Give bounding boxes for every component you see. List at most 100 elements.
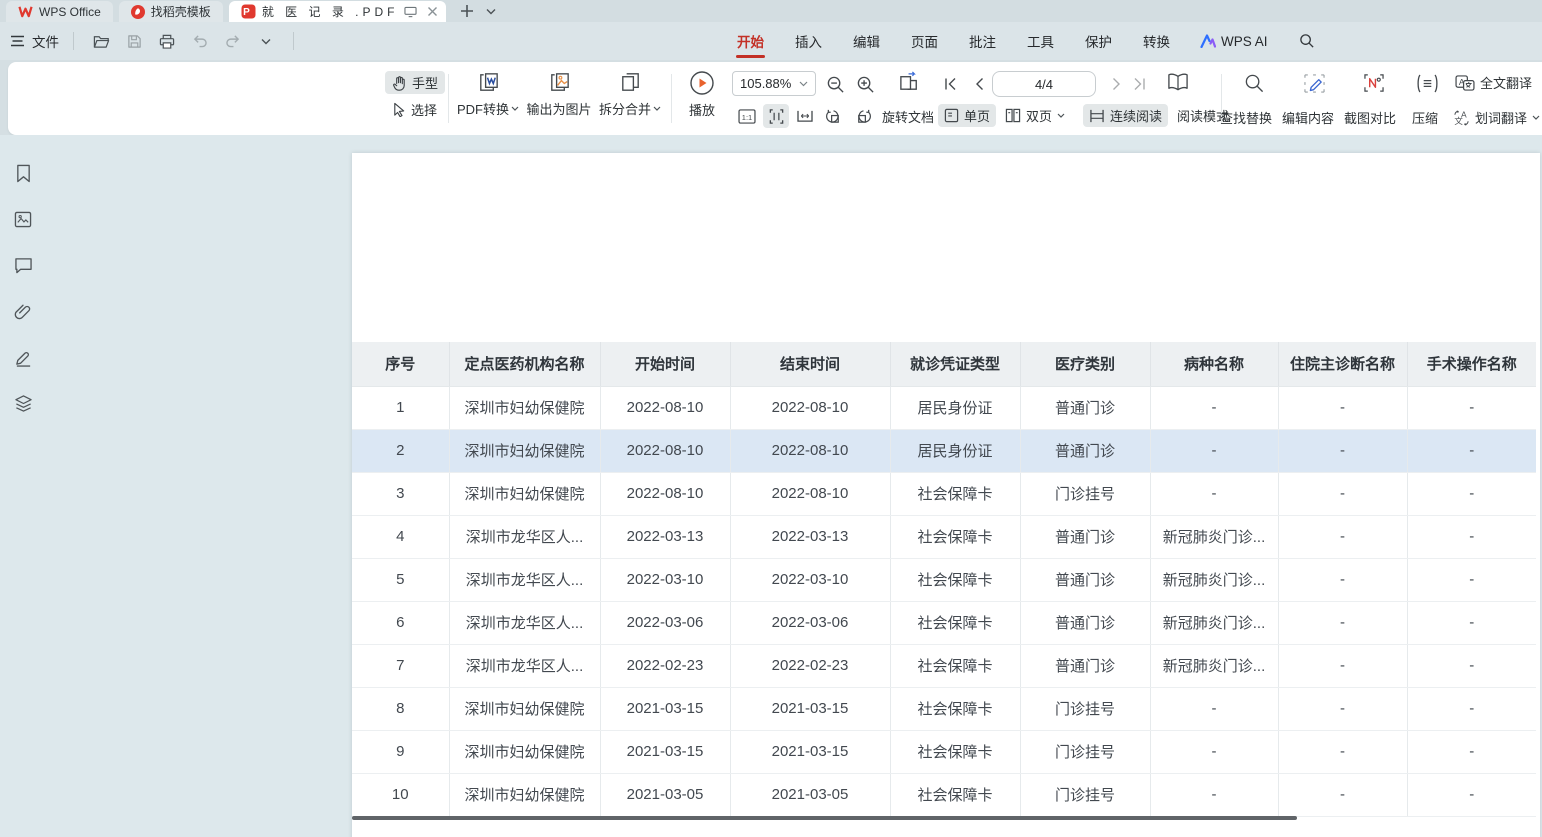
monitor-icon[interactable] [404,6,417,18]
edit-content-icon[interactable] [1301,71,1327,95]
edit-content-button[interactable]: 编辑内容 [1276,106,1340,129]
actual-size-button[interactable]: 1:1 [734,104,760,128]
table-row[interactable]: 8深圳市妇幼保健院2021-03-152021-03-15社会保障卡门诊挂号--… [352,687,1536,730]
table-cell: 门诊挂号 [1020,773,1150,816]
comment-icon[interactable] [8,250,38,280]
hand-tool-button[interactable]: 手型 [385,71,445,94]
table-row[interactable]: 3深圳市妇幼保健院2022-08-102022-08-10社会保障卡门诊挂号--… [352,472,1536,515]
menu-tab-insert[interactable]: 插入 [794,22,823,60]
fit-width-button[interactable] [792,104,818,128]
find-replace-button[interactable]: 查找替换 [1214,106,1278,129]
table-cell: 普通门诊 [1020,429,1150,472]
save-icon[interactable] [121,29,147,53]
tab-docer-templates[interactable]: 找稻壳模板 [119,1,223,22]
play-button[interactable]: 播放 [680,70,724,119]
last-page-button[interactable] [1126,72,1152,96]
tab-wps-office[interactable]: WPS Office [6,1,113,22]
zoom-in-button[interactable] [852,72,878,96]
export-image-button[interactable]: 输出为图片 [524,70,594,118]
menu-tab-tools[interactable]: 工具 [1026,22,1055,60]
menu-tab-convert[interactable]: 转换 [1142,22,1171,60]
close-tab-icon[interactable] [427,6,438,18]
quick-access-chevron-icon[interactable] [253,29,279,53]
file-menu-label[interactable]: 文件 [32,31,59,51]
find-replace-icon[interactable] [1241,71,1267,95]
table-row[interactable]: 9深圳市妇幼保健院2021-03-152021-03-15社会保障卡门诊挂号--… [352,730,1536,773]
table-cell: - [1407,644,1536,687]
thumbnail-icon[interactable] [8,204,38,234]
export-image-label: 输出为图片 [526,99,591,118]
zoom-out-button[interactable] [822,72,848,96]
compress-icon[interactable] [1414,71,1440,95]
table-row[interactable]: 1深圳市妇幼保健院2022-08-102022-08-10居民身份证普通门诊--… [352,386,1536,429]
redo-icon[interactable] [220,29,246,53]
split-merge-button[interactable]: 拆分合并 [596,70,664,118]
rotate-right-button[interactable] [850,104,876,128]
table-cell: - [1407,558,1536,601]
compress-button[interactable]: 压缩 [1406,106,1444,129]
open-file-icon[interactable] [88,29,114,53]
prev-page-button[interactable] [966,72,992,96]
table-row[interactable]: 7深圳市龙华区人...2022-02-232022-02-23社会保障卡普通门诊… [352,644,1536,687]
full-translate-button[interactable]: A 全文翻译 [1452,71,1535,94]
pdf-convert-button[interactable]: PDF转换 [455,70,521,118]
new-tab-icon[interactable] [460,4,474,18]
table-cell: - [1150,773,1278,816]
table-row[interactable]: 6深圳市龙华区人...2022-03-062022-03-06社会保障卡普通门诊… [352,601,1536,644]
file-menu-hamburger-icon[interactable] [10,35,25,47]
menu-tab-edit[interactable]: 编辑 [852,22,881,60]
undo-icon[interactable] [187,29,213,53]
menu-tab-page[interactable]: 页面 [910,22,939,60]
play-icon [689,70,715,96]
bookmark-icon[interactable] [8,158,38,188]
menu-tab-protect[interactable]: 保护 [1084,22,1113,60]
table-horizontal-scrollbar[interactable] [352,816,1297,820]
menu-tab-comment[interactable]: 批注 [968,22,997,60]
hand-tool-label: 手型 [412,73,438,92]
table-row[interactable]: 10深圳市妇幼保健院2021-03-052021-03-05社会保障卡门诊挂号-… [352,773,1536,816]
table-cell: 深圳市妇幼保健院 [449,429,600,472]
print-icon[interactable] [154,29,180,53]
tab-document-active[interactable]: P 就 医 记 录 .PDF [229,1,447,22]
menu-tab-wps-ai[interactable]: WPS AI [1200,34,1268,49]
table-header-row: 序号定点医药机构名称开始时间结束时间就诊凭证类型医疗类别病种名称住院主诊断名称手… [352,342,1536,386]
rotate-left-button[interactable] [821,104,847,128]
single-page-button[interactable]: 单页 [938,104,996,127]
screenshot-compare-icon[interactable] [1361,71,1387,95]
divider [73,32,74,50]
table-cell: - [1407,515,1536,558]
rotate-pages-button[interactable] [894,70,926,94]
signature-icon[interactable] [8,342,38,372]
menu-tab-home[interactable]: 开始 [736,22,765,60]
divider [671,74,672,123]
word-translate-button[interactable]: A文 划词翻译 [1450,106,1542,129]
page-indicator-input[interactable]: 4/4 [992,71,1096,97]
rotate-doc-label[interactable]: 旋转文档 [879,105,937,128]
pdf-convert-label: PDF转换 [457,99,509,118]
table-row[interactable]: 5深圳市龙华区人...2022-03-102022-03-10社会保障卡普通门诊… [352,558,1536,601]
table-row[interactable]: 4深圳市龙华区人...2022-03-132022-03-13社会保障卡普通门诊… [352,515,1536,558]
tab-list-chevron-icon[interactable] [486,8,496,15]
menu-search-icon[interactable] [1299,33,1315,49]
fit-page-button[interactable] [763,104,789,128]
select-tool-button[interactable]: 选择 [385,98,445,121]
table-cell: - [1407,730,1536,773]
screenshot-compare-button[interactable]: 截图对比 [1338,106,1402,129]
attachment-icon[interactable] [8,296,38,326]
table-cell: - [1150,730,1278,773]
table-header-cell: 就诊凭证类型 [890,342,1020,386]
zoom-level-select[interactable]: 105.88% [732,71,816,96]
layers-icon[interactable] [8,388,38,418]
continuous-read-button[interactable]: 连续阅读 [1083,104,1168,127]
table-row[interactable]: 2深圳市妇幼保健院2022-08-102022-08-10居民身份证普通门诊--… [352,429,1536,472]
table-cell: 新冠肺炎门诊... [1150,644,1278,687]
double-page-button[interactable]: 双页 [999,104,1071,127]
table-cell: 社会保障卡 [890,558,1020,601]
table-cell: 门诊挂号 [1020,730,1150,773]
svg-text:1:1: 1:1 [742,112,752,121]
first-page-button[interactable] [938,72,964,96]
table-cell: 2021-03-15 [730,687,890,730]
table-cell: 新冠肺炎门诊... [1150,601,1278,644]
table-cell: 2022-08-10 [730,386,890,429]
read-mode-icon[interactable] [1165,70,1191,94]
